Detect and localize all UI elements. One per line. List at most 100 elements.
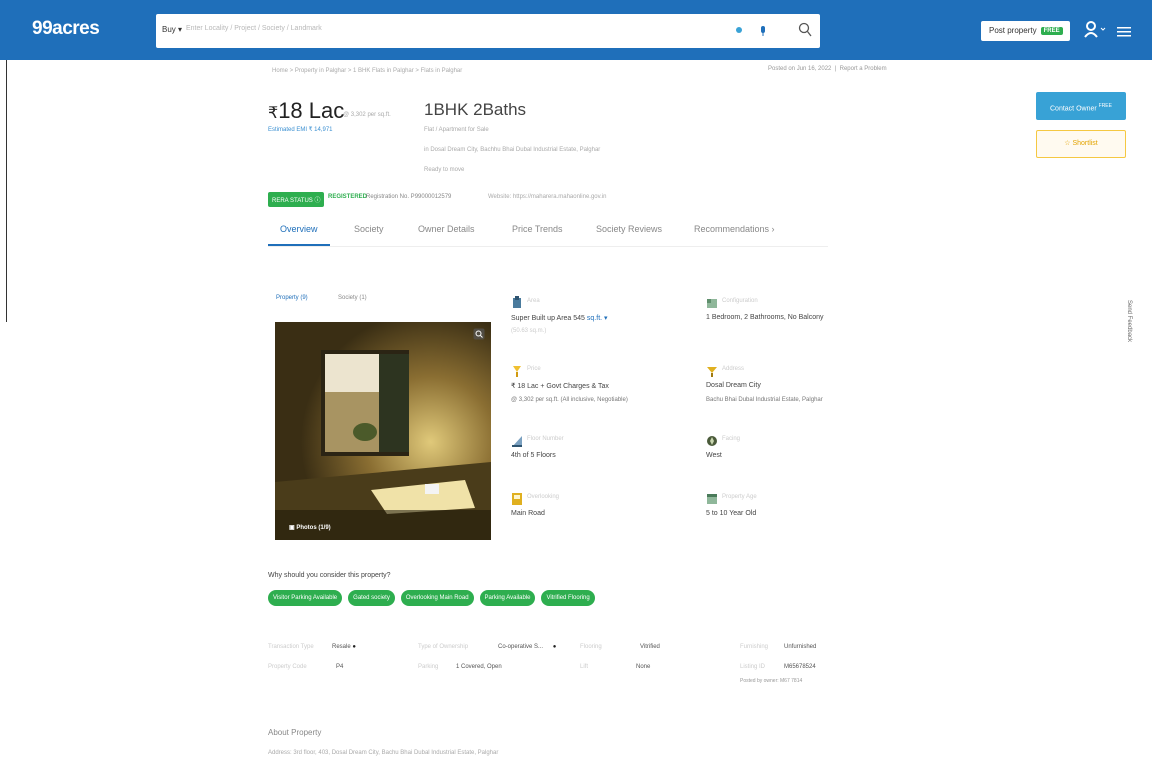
user-icon[interactable] <box>1083 20 1107 40</box>
contact-owner-button[interactable]: Contact Owner FREE <box>1036 92 1126 120</box>
fact-label: Price <box>527 366 541 372</box>
emi-link[interactable]: Estimated EMI ₹ 14,971 <box>268 126 333 133</box>
fact-label: Configuration <box>722 298 758 304</box>
send-feedback-tab[interactable]: Send Feedback <box>1126 300 1132 342</box>
detail-label: Listing ID <box>740 664 766 670</box>
location-icon[interactable] <box>734 24 744 38</box>
detail-value: 1 Covered, Open <box>456 664 502 670</box>
report-link[interactable]: Report a Problem <box>840 66 887 72</box>
detail-label: Lift <box>580 664 589 670</box>
detail-label: Type of Ownership <box>418 644 469 650</box>
listing-location: in Dosal Dream City, Bachhu Bhai Dubal I… <box>424 147 601 153</box>
tabs-divider <box>268 246 828 247</box>
highlight-chip: Gated society <box>348 590 395 606</box>
fact-value: 1 Bedroom, 2 Bathrooms, No Balcony <box>706 314 824 321</box>
posted-info: Posted on Jun 16, 2022 | Report a Proble… <box>768 66 887 72</box>
floor-icon <box>512 436 522 447</box>
mic-icon[interactable] <box>758 24 768 38</box>
area-unit-dropdown[interactable]: sq.ft. ▾ <box>587 315 608 322</box>
info-icon[interactable]: ● <box>352 644 356 650</box>
about-property-title: About Property <box>268 728 322 737</box>
info-icon[interactable]: ● <box>553 644 557 650</box>
search-input[interactable]: Enter Locality / Project / Society / Lan… <box>186 25 322 32</box>
property-age-icon <box>707 494 717 504</box>
rera-registered: REGISTERED <box>328 194 368 200</box>
tab-society-reviews[interactable]: Society Reviews <box>596 224 662 234</box>
search-icon[interactable] <box>798 22 812 38</box>
detail-value: Resale ● <box>332 644 356 650</box>
detail-label: Property Code <box>268 664 307 670</box>
detail-value: P4 <box>336 664 344 670</box>
detail-label: Transaction Type <box>268 644 314 650</box>
fact-value: Dosal Dream City <box>706 382 761 389</box>
free-badge: FREE <box>1040 27 1063 35</box>
fact-value: 5 to 10 Year Old <box>706 510 757 517</box>
detail-value: None <box>636 664 651 670</box>
search-bar[interactable]: Buy ▾ Enter Locality / Project / Society… <box>156 14 820 48</box>
listing-price: ₹18 Lac <box>268 98 345 123</box>
highlight-chip: Visitor Parking Available <box>268 590 343 606</box>
price-per-sqft: @ 3,302 per sq.ft. <box>343 112 391 118</box>
detail-label: Flooring <box>580 644 602 650</box>
price-icon <box>513 366 521 377</box>
detail-label: Furnishing <box>740 644 769 650</box>
fact-sub: Bachu Bhai Dubal Industrial Estate, Palg… <box>706 397 823 403</box>
fact-label: Floor Number <box>527 436 564 442</box>
facing-icon <box>707 436 717 446</box>
tab-recommendations[interactable]: Recommendations › <box>694 224 775 234</box>
area-icon <box>513 296 521 308</box>
detail-label: Parking <box>418 664 439 670</box>
listing-configuration: 1BHK 2Baths <box>424 100 527 119</box>
detail-value: Vitrified <box>640 644 660 650</box>
top-navbar: 99acres Buy ▾ Enter Locality / Project /… <box>0 0 1152 60</box>
rera-status-badge: RERA STATUS ⓘ <box>268 192 325 207</box>
detail-value: Unfurnished <box>784 644 817 650</box>
zoom-icon[interactable] <box>473 328 485 340</box>
fact-value: Super Built up Area 545 sq.ft. ▾ <box>511 315 608 322</box>
tab-overview[interactable]: Overview <box>280 224 318 234</box>
site-logo[interactable]: 99acres <box>32 18 100 40</box>
detail-value: Co-operative S... ● <box>498 644 557 650</box>
search-mode-dropdown[interactable]: Buy ▾ <box>162 25 182 34</box>
tab-owner-details[interactable]: Owner Details <box>418 224 475 234</box>
highlight-chips: Visitor Parking Available Gated society … <box>268 590 595 606</box>
highlight-chip: Vitrified Flooring <box>541 590 595 606</box>
about-property-address: Address: 3rd floor, 403, Dosal Dream Cit… <box>268 750 499 756</box>
highlight-chip: Overlooking Main Road <box>400 590 474 606</box>
post-property-button[interactable]: Post property FREE <box>981 21 1070 41</box>
fact-label: Property Age <box>722 494 757 500</box>
address-icon <box>707 367 717 377</box>
subtab-society-photos[interactable]: Society (1) <box>338 295 367 301</box>
left-edge-line <box>6 60 7 322</box>
fact-label: Overlooking <box>527 494 560 500</box>
breadcrumb[interactable]: Home > Property in Palghar > 1 BHK Flats… <box>272 68 462 74</box>
tab-price-trends[interactable]: Price Trends <box>512 224 563 234</box>
listing-type: Flat / Apartment for Sale <box>424 127 489 133</box>
why-consider-title: Why should you consider this property? <box>268 572 391 579</box>
bedroom-icon <box>707 299 717 308</box>
tab-society[interactable]: Society <box>354 224 384 234</box>
section-tabs: Overview Society Owner Details Price Tre… <box>268 218 828 248</box>
photo-count[interactable]: ▣ Photos (1/9) <box>289 524 331 531</box>
overlooking-icon <box>512 493 522 505</box>
fact-value: West <box>706 452 722 459</box>
fact-sub: @ 3,302 per sq.ft. (All inclusive, Negot… <box>511 397 628 403</box>
rera-website-link[interactable]: Website: https://maharera.mahaonline.gov… <box>488 194 607 200</box>
hamburger-menu-icon[interactable] <box>1117 27 1131 37</box>
detail-posted-by: Posted by owner: M67 7814 <box>740 678 803 684</box>
fact-value: 4th of 5 Floors <box>511 452 556 459</box>
detail-value: M65678524 <box>784 664 816 670</box>
fact-label: Area <box>527 298 540 304</box>
registration-number: Registration No. P99000012579 <box>366 194 452 200</box>
subtab-property-photos[interactable]: Property (9) <box>276 295 308 301</box>
possession-status: Ready to move <box>424 167 465 173</box>
fact-value: Main Road <box>511 510 545 517</box>
fact-value: ₹ 18 Lac + Govt Charges & Tax <box>511 383 609 390</box>
fact-label: Address <box>722 366 745 372</box>
fact-label: Facing <box>722 436 741 442</box>
fact-sub: (50.63 sq.m.) <box>511 328 547 334</box>
highlight-chip: Parking Available <box>479 590 536 606</box>
property-photo[interactable] <box>275 322 491 540</box>
page: 99acres Buy ▾ Enter Locality / Project /… <box>0 0 1152 758</box>
shortlist-button[interactable]: ☆ Shortlist <box>1036 130 1126 158</box>
